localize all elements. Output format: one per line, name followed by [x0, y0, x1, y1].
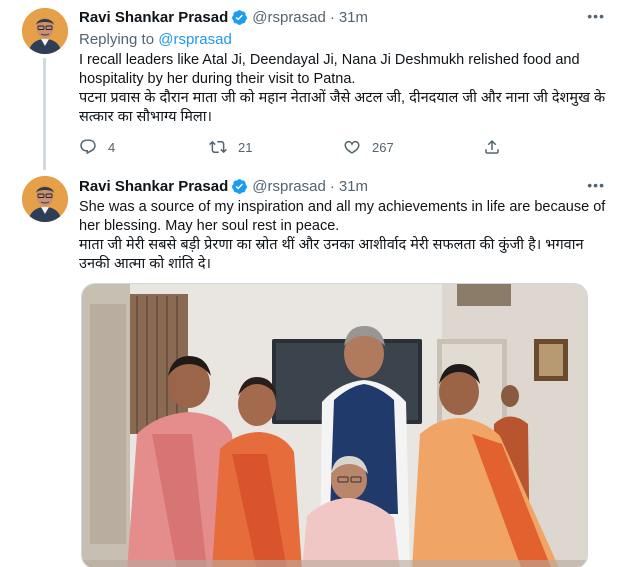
separator-dot: ·: [329, 177, 335, 195]
tweet-content: Ravi Shankar Prasad @rsprasad · 31m ••• …: [79, 175, 609, 274]
tweet-text: She was a source of my inspiration and a…: [79, 198, 609, 274]
thread-connector-line: [43, 58, 46, 170]
share-button[interactable]: [483, 137, 501, 157]
tweet-header: Ravi Shankar Prasad @rsprasad · 31m: [79, 175, 609, 197]
reply-button[interactable]: 4: [79, 137, 115, 157]
verified-badge-icon: [231, 178, 248, 195]
tweet-text-english: She was a source of my inspiration and a…: [79, 199, 606, 234]
replying-to-label: Replying to: [79, 31, 155, 48]
tweet-text-hindi: पटना प्रवास के दौरान माता जी को महान नेत…: [79, 90, 606, 125]
tweet-timestamp[interactable]: 31m: [339, 9, 368, 26]
like-count: 267: [372, 139, 394, 155]
tweet-main[interactable]: Ravi Shankar Prasad @rsprasad · 31m ••• …: [0, 170, 623, 567]
tweet-text-english: I recall leaders like Atal Ji, Deendayal…: [79, 52, 580, 87]
tweet-header: Ravi Shankar Prasad @rsprasad · 31m: [79, 6, 609, 28]
tweet-text: I recall leaders like Atal Ji, Deendayal…: [79, 51, 609, 127]
replying-to-line: Replying to @rsprasad: [79, 30, 609, 50]
tweet-timestamp[interactable]: 31m: [339, 178, 368, 195]
like-button[interactable]: 267: [343, 137, 394, 157]
author-handle[interactable]: @rsprasad: [252, 178, 326, 195]
replying-to-handle-link[interactable]: @rsprasad: [158, 31, 232, 48]
author-avatar[interactable]: [22, 8, 68, 54]
tweet-actions-bar: 4 21 267: [79, 137, 519, 157]
retweet-count: 21: [238, 139, 253, 155]
tweet-photo[interactable]: [81, 283, 588, 567]
more-dots-icon[interactable]: •••: [587, 8, 605, 24]
tweet-text-hindi: माता जी मेरी सबसे बड़ी प्रेरणा का स्रोत …: [79, 237, 584, 272]
reply-icon: [79, 138, 97, 156]
reply-count: 4: [108, 139, 116, 155]
more-dots-icon[interactable]: •••: [587, 177, 605, 193]
tweet-reply[interactable]: Ravi Shankar Prasad @rsprasad · 31m ••• …: [0, 0, 623, 170]
separator-dot: ·: [329, 8, 335, 26]
author-avatar[interactable]: [22, 176, 68, 222]
retweet-button[interactable]: 21: [209, 137, 252, 157]
author-handle[interactable]: @rsprasad: [252, 9, 326, 26]
retweet-icon: [209, 138, 227, 156]
heart-icon: [343, 138, 361, 156]
tweet-content: Ravi Shankar Prasad @rsprasad · 31m ••• …: [79, 6, 609, 127]
share-icon: [483, 138, 501, 156]
author-name[interactable]: Ravi Shankar Prasad: [79, 178, 228, 195]
verified-badge-icon: [231, 9, 248, 26]
author-name[interactable]: Ravi Shankar Prasad: [79, 9, 228, 26]
